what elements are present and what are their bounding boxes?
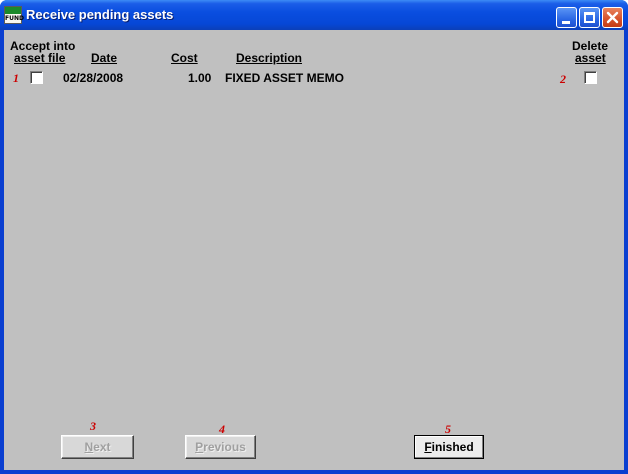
finished-button[interactable]: Finished — [414, 435, 484, 459]
close-button[interactable] — [602, 7, 623, 28]
finished-label-rest: inished — [431, 440, 474, 454]
description-header: Description — [236, 51, 303, 65]
row-cost: 1.00 — [188, 71, 212, 85]
previous-label-rest: revious — [203, 440, 246, 454]
maximize-icon — [584, 12, 595, 23]
next-label-rest: ext — [93, 440, 111, 454]
minimize-icon — [562, 21, 570, 24]
date-header: Date — [91, 51, 118, 65]
delete-checkbox[interactable] — [584, 71, 597, 84]
finished-mnemonic: F — [424, 440, 432, 454]
accept-checkbox[interactable] — [30, 71, 43, 84]
minimize-button[interactable] — [556, 7, 577, 28]
title-bar[interactable]: FUND Receive pending assets — [0, 0, 628, 30]
window-title: Receive pending assets — [26, 7, 174, 22]
next-button[interactable]: Next — [61, 435, 134, 459]
fund-app-icon[interactable]: FUND — [4, 6, 24, 24]
cost-header: Cost — [171, 51, 198, 65]
app-window: FUND Receive pending assets Accept into … — [0, 0, 628, 474]
close-icon — [606, 11, 619, 24]
row-description: FIXED ASSET MEMO — [225, 71, 344, 85]
app-icon-bar — [5, 7, 21, 14]
next-mnemonic: N — [84, 440, 94, 454]
previous-mnemonic: P — [195, 440, 204, 454]
previous-button[interactable]: Previous — [185, 435, 256, 459]
annotation-3: 3 — [90, 419, 96, 433]
accept-header-line2: asset file — [14, 51, 66, 65]
row-date: 02/28/2008 — [63, 71, 124, 85]
maximize-button[interactable] — [579, 7, 600, 28]
annotation-1: 1 — [13, 71, 19, 85]
client-area: Accept into asset file Date Cost Descrip… — [4, 30, 624, 470]
annotation-2: 2 — [560, 72, 566, 86]
delete-header-line2: asset — [575, 51, 606, 65]
app-icon-text: FUND — [5, 15, 24, 22]
